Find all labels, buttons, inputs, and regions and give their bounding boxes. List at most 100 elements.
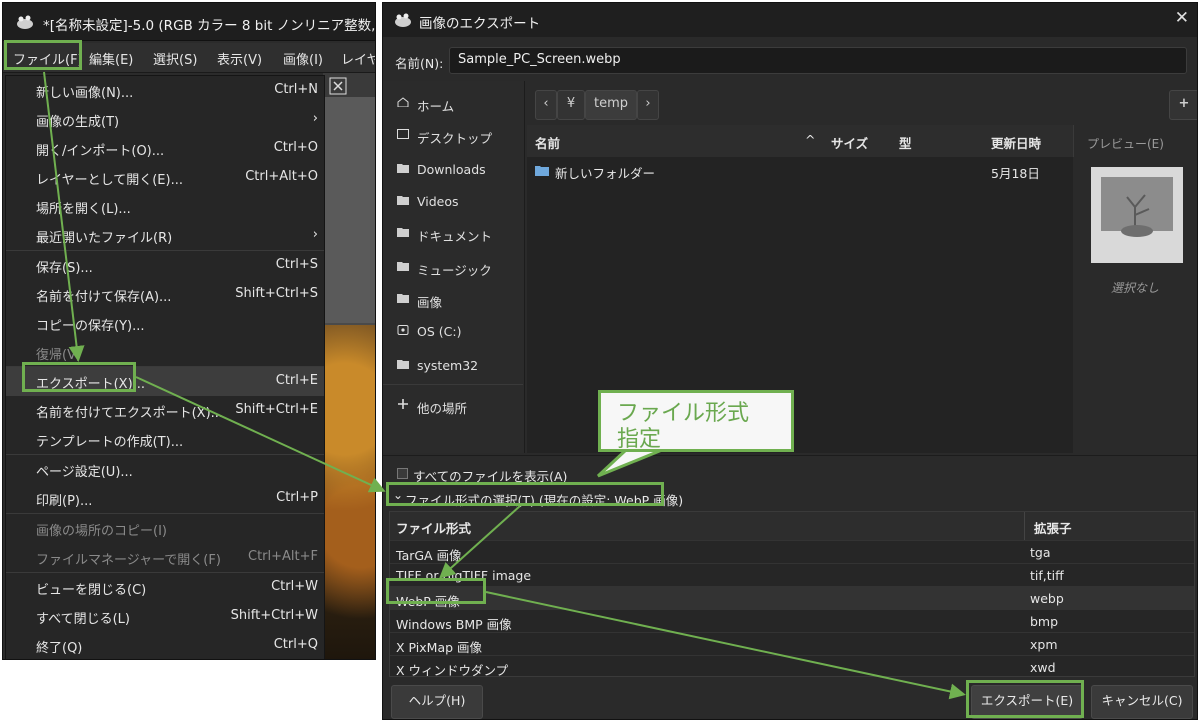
menu-item-shortcut: Ctrl+Alt+F [248,549,318,564]
menu-item-page-setup[interactable]: ページ設定(U)... [6,455,324,484]
menu-item-quit[interactable]: 終了(Q) Ctrl+Q [6,631,324,659]
preview-pane: プレビュー(E) 選択なし [1077,125,1197,453]
menu-view[interactable]: 表示(V) [217,49,262,68]
filename-row: 名前(N): Sample_PC_Screen.webp [383,45,1197,77]
filetype-ext: bmp [1030,614,1059,629]
home-icon [397,97,409,107]
menu-select[interactable]: 選択(S) [153,49,197,68]
menu-item-shortcut: Ctrl+E [275,373,318,388]
menu-item-label: 画像の生成(T) [36,115,120,130]
menu-layer[interactable]: レイヤ [341,49,375,68]
submenu-arrow-icon: › [312,227,318,242]
submenu-arrow-icon: › [312,111,318,126]
menu-item-label: テンプレートの作成(T)... [36,435,184,450]
callout-line2: 指定 [617,427,662,452]
sidebar-item-home[interactable]: ホーム [383,89,523,119]
menu-item-save[interactable]: 保存(S)... Ctrl+S [6,251,324,280]
path-forward-button[interactable]: › [637,90,659,120]
sidebar-item-pictures[interactable]: 画像 [383,285,523,315]
menu-item-close-view[interactable]: ビューを閉じる(C) Ctrl+W [6,573,324,602]
filetype-row-selected[interactable]: WebP 画像 webp [390,586,1194,610]
menu-item-new[interactable]: 新しい画像(N)... Ctrl+N [6,76,324,105]
sidebar-item-label: ミュージック [417,263,492,278]
sidebar-item-downloads[interactable]: Downloads [383,155,523,185]
menu-item-print[interactable]: 印刷(P)... Ctrl+P [6,484,324,513]
menu-item-create-template[interactable]: テンプレートの作成(T)... [6,425,324,454]
filename-input[interactable]: Sample_PC_Screen.webp [449,47,1187,74]
sidebar-item-documents[interactable]: ドキュメント [383,219,523,249]
column-type[interactable]: 型 [891,125,984,157]
filetype-table: ファイル形式 拡張子 TarGA 画像 tga TIFF or BigTIFF i… [389,511,1195,679]
menu-item-shortcut: Shift+Ctrl+E [235,402,318,417]
help-button[interactable]: ヘルプ(H) [391,685,483,719]
filetype-row[interactable]: TarGA 画像 tga [390,540,1194,564]
sidebar-item-desktop[interactable]: デスクトップ [383,121,523,151]
menu-item-shortcut: Shift+Ctrl+S [235,286,318,301]
show-all-checkbox[interactable] [397,468,408,479]
gimp-logo-icon [395,13,411,27]
ext-header[interactable]: 拡張子 [1034,518,1072,537]
menu-item-shortcut: Ctrl+O [273,140,318,155]
sidebar-item-music[interactable]: ミュージック [383,253,523,283]
close-icon[interactable]: ✕ [1175,8,1189,28]
path-root-button[interactable]: ¥ [557,90,585,120]
sidebar-item-os-drive[interactable]: OS (C:) [383,317,523,347]
cancel-button[interactable]: キャンセル(C) [1091,685,1193,719]
filetype-row[interactable]: X ウィンドウダンプ xwd [390,655,1194,679]
menu-image[interactable]: 画像(I) [283,49,323,68]
menu-item-label: 画像の場所のコピー(I) [36,524,167,539]
sidebar-item-label: system32 [417,358,479,373]
menu-item-shortcut: Ctrl+Q [273,637,318,652]
menu-item-save-as[interactable]: 名前を付けて保存(A)... Shift+Ctrl+S [6,280,324,309]
filetype-ext: tga [1030,545,1051,560]
menu-item-label: 場所を開く(L)... [36,202,131,217]
new-folder-button[interactable]: + [1169,90,1197,120]
sidebar-item-label: Downloads [417,162,486,177]
menu-item-export-as[interactable]: 名前を付けてエクスポート(X)... Shift+Ctrl+E [6,396,324,425]
column-header-label: サイズ [831,136,869,151]
preview-label: プレビュー(E) [1087,137,1164,151]
menu-edit[interactable]: 編集(E) [89,49,133,68]
column-divider [1024,512,1025,540]
filetype-name: X PixMap 画像 [396,640,483,655]
sidebar-item-other-locations[interactable]: 他の場所 [383,391,523,421]
menu-item-recent[interactable]: 最近開いたファイル(R) › [6,221,324,250]
column-modified[interactable]: 更新日時 [983,125,1074,157]
sidebar-item-label: OS (C:) [417,324,462,339]
menu-item-label: 開く/インポート(O)... [36,144,165,159]
highlight-file-menu [4,40,82,70]
filetype-ext: webp [1030,591,1064,606]
sidebar-item-system32[interactable]: system32 [383,351,523,381]
path-back-button[interactable]: ‹ [535,90,557,120]
file-row[interactable]: 新しいフォルダー 5月18日 [527,159,1073,183]
export-dialog: 画像のエクスポート ✕ 名前(N): Sample_PC_Screen.webp… [382,2,1198,720]
menu-item-label: 名前を付けて保存(A)... [36,290,172,305]
menu-item-open[interactable]: 開く/インポート(O)... Ctrl+O [6,134,324,163]
menu-item-save-copy[interactable]: コピーの保存(Y)... [6,309,324,338]
menu-item-open-as-layers[interactable]: レイヤーとして開く(E)... Ctrl+Alt+O [6,163,324,192]
menu-item-close-all[interactable]: すべて閉じる(L) Shift+Ctrl+W [6,602,324,631]
dialog-titlebar: 画像のエクスポート ✕ [383,3,1197,37]
preview-none-text: 選択なし [1111,281,1160,295]
filetype-header[interactable]: ファイル形式 [396,518,471,537]
filetype-row[interactable]: X PixMap 画像 xpm [390,632,1194,656]
menu-item-create[interactable]: 画像の生成(T) › [6,105,324,134]
filetype-row[interactable]: TIFF or BigTIFF image tif,tiff [390,563,1194,587]
filetype-row[interactable]: Windows BMP 画像 bmp [390,609,1194,633]
canvas-image [323,325,375,659]
callout-box: ファイル形式 指定 [598,390,794,452]
menu-item-label: コピーの保存(Y)... [36,319,145,334]
column-name[interactable]: 名前 ^ [527,125,824,157]
close-tab-icon[interactable] [329,77,347,95]
filename-label: 名前(N): [395,56,444,71]
folder-icon [397,228,409,237]
no-preview-icon [1091,167,1183,263]
menu-item-label: 新しい画像(N)... [36,86,134,101]
dialog-title: 画像のエクスポート [419,16,541,32]
folder-icon [397,164,409,173]
column-size[interactable]: サイズ [823,125,892,157]
path-current-button[interactable]: temp [585,90,637,120]
menu-item-open-location[interactable]: 場所を開く(L)... [6,192,324,221]
highlight-export-button [966,680,1084,718]
sidebar-item-videos[interactable]: Videos [383,187,523,217]
